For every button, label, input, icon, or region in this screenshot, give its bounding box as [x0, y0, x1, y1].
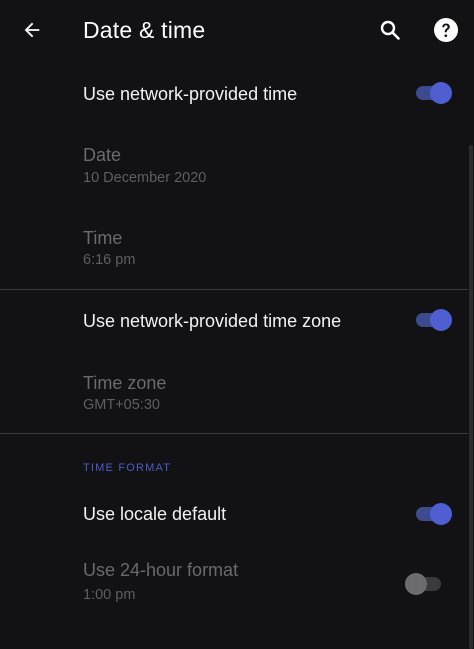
network-timezone-label: Use network-provided time zone [83, 311, 342, 331]
toggle-thumb [430, 503, 452, 525]
locale-default-toggle[interactable] [412, 501, 452, 527]
arrow-left-icon [24, 22, 40, 38]
time-zone-label: Time zone [83, 373, 167, 393]
time-zone-row: Time zone GMT+05:30 [0, 368, 468, 420]
search-button[interactable] [370, 10, 410, 50]
hour24-example: 1:00 pm [83, 587, 136, 603]
toggle-thumb [430, 82, 452, 104]
divider [0, 289, 468, 290]
hour24-toggle[interactable] [405, 571, 445, 597]
time-format-section-header: TIME FORMAT [83, 462, 172, 474]
date-value: 10 December 2020 [83, 170, 207, 186]
locale-default-row[interactable]: Use locale default [0, 492, 468, 536]
hour24-row: Use 24-hour format 1:00 pm [0, 556, 468, 608]
app-bar: Date & time [0, 0, 474, 60]
time-label: Time [83, 228, 123, 248]
back-button[interactable] [12, 10, 52, 50]
scrollbar[interactable] [469, 145, 473, 649]
date-label: Date [83, 145, 122, 165]
network-timezone-toggle[interactable] [412, 307, 452, 333]
hour24-label: Use 24-hour format [83, 560, 239, 580]
search-icon [380, 20, 400, 40]
help-icon [434, 18, 458, 42]
toggle-thumb [430, 309, 452, 331]
date-row: Date 10 December 2020 [0, 140, 468, 192]
toggle-thumb [405, 573, 427, 595]
time-row: Time 6:16 pm [0, 223, 468, 275]
help-button[interactable] [426, 10, 466, 50]
network-timezone-row[interactable]: Use network-provided time zone [0, 298, 468, 342]
network-time-toggle[interactable] [412, 80, 452, 106]
network-time-row[interactable]: Use network-provided time [0, 72, 468, 116]
locale-default-label: Use locale default [83, 504, 227, 524]
network-time-label: Use network-provided time [83, 84, 298, 104]
page-title: Date & time [83, 17, 206, 43]
divider [0, 433, 468, 434]
time-value: 6:16 pm [83, 252, 136, 268]
time-zone-value: GMT+05:30 [83, 397, 160, 413]
